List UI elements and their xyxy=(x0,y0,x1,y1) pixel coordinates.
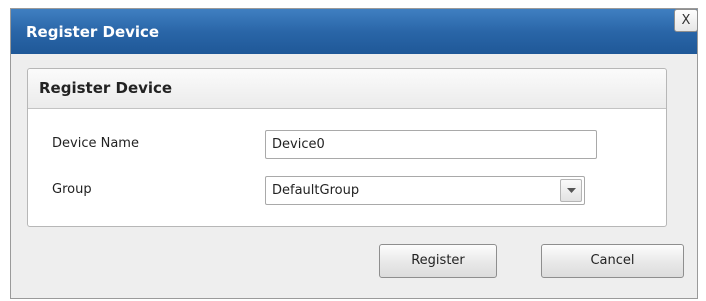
panel-header: Register Device xyxy=(28,69,666,109)
close-button[interactable]: X xyxy=(674,9,698,32)
dropdown-button[interactable] xyxy=(560,179,582,202)
panel-title: Register Device xyxy=(39,79,173,97)
group-label: Group xyxy=(52,182,92,197)
dialog-titlebar: Register Device xyxy=(11,9,697,54)
group-select[interactable]: DefaultGroup xyxy=(265,176,585,205)
chevron-down-icon xyxy=(567,188,576,193)
cancel-button[interactable]: Cancel xyxy=(541,244,684,278)
dialog-title: Register Device xyxy=(26,23,160,41)
register-button[interactable]: Register xyxy=(379,244,497,278)
device-name-label: Device Name xyxy=(52,136,139,151)
device-name-input[interactable] xyxy=(265,130,597,159)
group-selected-value: DefaultGroup xyxy=(272,183,360,198)
register-device-panel: Register Device Device Name Group Defaul… xyxy=(27,68,667,227)
